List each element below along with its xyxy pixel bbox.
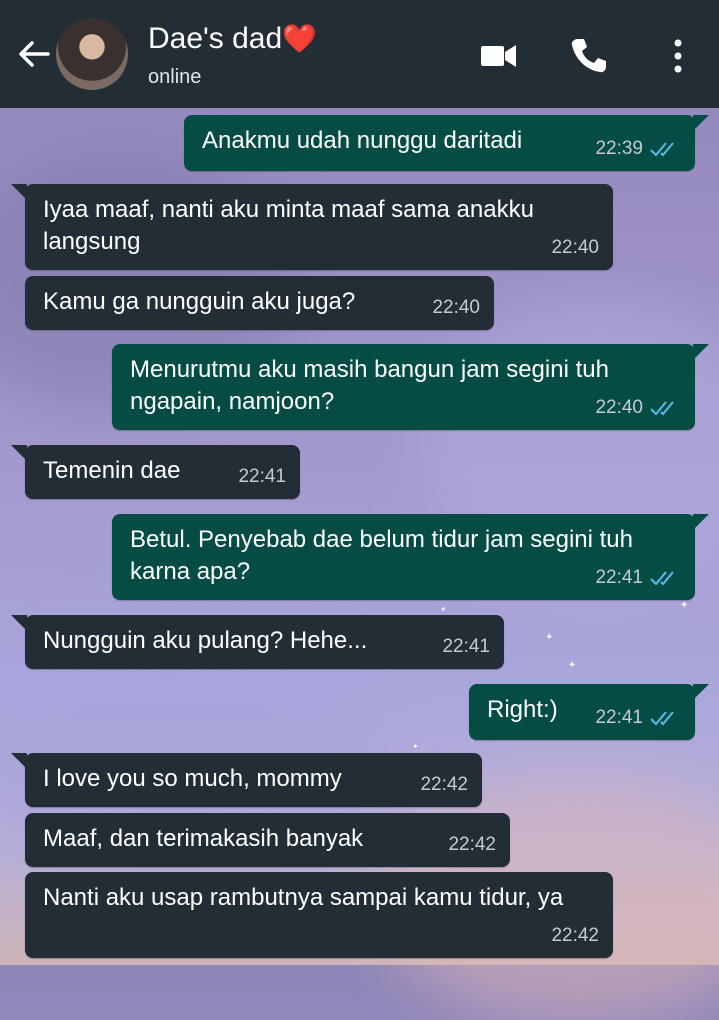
message-time: 22:40 <box>432 297 480 318</box>
message-outgoing[interactable]: Right:) 22:41 <box>469 684 709 740</box>
chat-header: Dae's dad❤️ online <box>0 0 719 108</box>
message-text: Nanti aku usap rambutnya sampai kamu tid… <box>43 884 564 911</box>
message-incoming[interactable]: Nungguin aku pulang? Hehe... 22:41 <box>11 615 504 669</box>
message-time: 22:42 <box>448 834 496 855</box>
star-icon: ✦ <box>680 600 689 611</box>
more-vert-icon[interactable] <box>656 34 700 78</box>
read-ticks-icon <box>650 571 674 586</box>
star-icon: ✦ <box>412 742 419 751</box>
message-text: Iyaa maaf, nanti aku minta maaf sama ana… <box>43 196 541 255</box>
message-outgoing[interactable]: Anakmu udah nunggu daritadi 22:39 <box>184 115 709 171</box>
message-incoming[interactable]: Maaf, dan terimakasih banyak 22:42 <box>25 813 510 867</box>
message-incoming[interactable]: I love you so much, mommy 22:42 <box>11 753 482 807</box>
read-ticks-icon <box>650 401 674 416</box>
star-icon: ✦ <box>568 660 577 671</box>
message-outgoing[interactable]: Menurutmu aku masih bangun jam segini tu… <box>112 344 709 430</box>
message-incoming[interactable]: Nanti aku usap rambutnya sampai kamu tid… <box>25 872 613 958</box>
video-call-icon[interactable] <box>476 34 520 78</box>
message-text: Kamu ga nungguin aku juga? <box>43 288 356 315</box>
avatar[interactable] <box>56 18 128 90</box>
message-time: 22:39 <box>595 138 643 159</box>
message-incoming[interactable]: Temenin dae 22:41 <box>11 445 300 499</box>
heart-emoji: ❤️ <box>282 23 318 54</box>
read-ticks-icon <box>650 711 674 726</box>
contact-name[interactable]: Dae's dad❤️ <box>148 22 317 56</box>
message-text: Nungguin aku pulang? Hehe... <box>43 627 368 654</box>
star-icon: ✦ <box>440 605 447 614</box>
message-time: 22:40 <box>595 397 643 418</box>
message-time: 22:41 <box>595 567 643 588</box>
read-ticks-icon <box>650 142 674 157</box>
message-text: Maaf, dan terimakasih banyak <box>43 825 364 852</box>
message-time: 22:42 <box>420 774 468 795</box>
message-time: 22:41 <box>595 707 643 728</box>
phone-icon[interactable] <box>566 34 610 78</box>
message-outgoing[interactable]: Betul. Penyebab dae belum tidur jam segi… <box>112 514 709 600</box>
message-text: I love you so much, mommy <box>43 765 342 792</box>
contact-status: online <box>148 66 202 88</box>
back-arrow-icon[interactable] <box>14 34 54 74</box>
message-incoming[interactable]: Kamu ga nungguin aku juga? 22:40 <box>25 276 494 330</box>
star-icon: ✦ <box>545 632 554 643</box>
message-incoming[interactable]: Iyaa maaf, nanti aku minta maaf sama ana… <box>11 184 613 270</box>
message-time: 22:40 <box>551 237 599 258</box>
message-time: 22:41 <box>442 636 490 657</box>
message-time: 22:42 <box>551 925 599 946</box>
message-time: 22:41 <box>238 466 286 487</box>
